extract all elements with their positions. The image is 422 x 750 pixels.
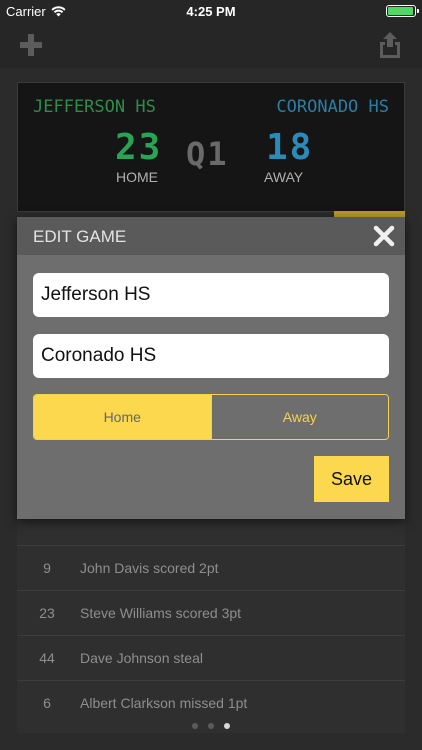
- dialog-header: EDIT GAME: [17, 217, 405, 255]
- add-game-button[interactable]: [14, 28, 48, 62]
- away-team-field[interactable]: [33, 334, 389, 378]
- player-number: 6: [43, 695, 51, 711]
- play-description: Dave Johnson steal: [80, 650, 203, 666]
- toolbar: [0, 22, 422, 68]
- dialog-title: EDIT GAME: [33, 227, 127, 246]
- close-icon: [373, 225, 395, 247]
- page-dot[interactable]: [192, 723, 198, 729]
- away-score: 18: [266, 127, 314, 168]
- plus-icon: [20, 34, 42, 56]
- page-dot-active[interactable]: [224, 723, 230, 729]
- share-button[interactable]: [373, 28, 407, 62]
- scoreboard: JEFFERSON HS CORONADO HS 23 Q1 18 HOME A…: [17, 82, 405, 212]
- share-icon: [380, 32, 400, 58]
- list-item[interactable]: 9 John Davis scored 2pt: [17, 545, 405, 589]
- save-button[interactable]: Save: [314, 456, 389, 502]
- play-description: John Davis scored 2pt: [80, 560, 219, 576]
- list-item[interactable]: 23 Steve Williams scored 3pt: [17, 590, 405, 634]
- close-button[interactable]: [371, 223, 397, 249]
- home-label: HOME: [116, 169, 158, 185]
- segment-home[interactable]: Home: [34, 395, 211, 439]
- page-dot[interactable]: [208, 723, 214, 729]
- play-description: Steve Williams scored 3pt: [80, 605, 242, 621]
- home-score: 23: [115, 127, 163, 168]
- list-item[interactable]: 44 Dave Johnson steal: [17, 635, 405, 679]
- player-number: 44: [39, 650, 55, 666]
- page-indicator[interactable]: [0, 716, 422, 734]
- home-away-segmented-control: Home Away: [33, 394, 389, 440]
- home-team-field[interactable]: [33, 273, 389, 317]
- clock: 4:25 PM: [186, 4, 236, 19]
- segment-away[interactable]: Away: [210, 395, 388, 439]
- plays-list: 9 John Davis scored 2pt 23 Steve William…: [17, 520, 405, 733]
- play-description: Albert Clarkson missed 1pt: [80, 695, 248, 711]
- battery-icon: [386, 5, 419, 17]
- player-number: 9: [43, 560, 51, 576]
- away-label: AWAY: [264, 169, 304, 185]
- period-indicator: Q1: [186, 135, 229, 173]
- home-team-name: JEFFERSON HS: [33, 97, 156, 117]
- edit-game-dialog: EDIT GAME Home Away Save: [17, 217, 405, 519]
- player-number: 23: [39, 605, 55, 621]
- away-team-name: CORONADO HS: [276, 97, 389, 117]
- status-bar: Carrier 4:25 PM: [0, 0, 422, 22]
